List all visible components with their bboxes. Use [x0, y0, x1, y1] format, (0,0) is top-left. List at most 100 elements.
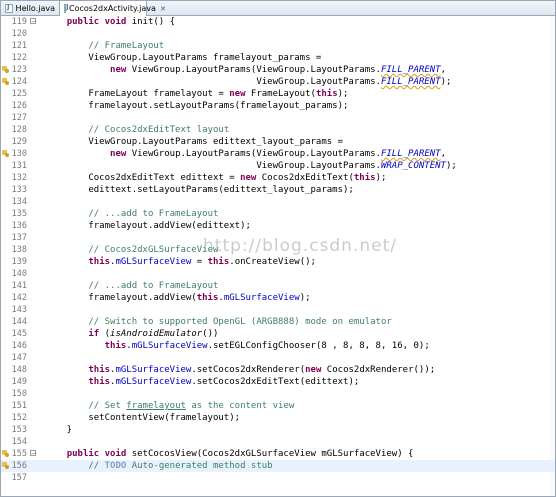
code-line[interactable]: 153 } — [1, 424, 555, 436]
line-number: 129 — [11, 137, 27, 147]
line-number: 146 — [11, 341, 27, 351]
code-line[interactable]: 125 FrameLayout framelayout = new FrameL… — [1, 88, 555, 100]
line-number: 130 — [11, 149, 27, 159]
code-text: ViewGroup.LayoutParams.FILL_PARENT); — [45, 77, 452, 87]
warning-marker-icon[interactable] — [2, 78, 10, 86]
line-number: 136 — [11, 221, 27, 231]
code-text: new ViewGroup.LayoutParams(ViewGroup.Lay… — [110, 65, 446, 75]
code-line[interactable]: 131 ViewGroup.LayoutParams.WRAP_CONTENT)… — [1, 160, 555, 172]
code-line[interactable]: 147 — [1, 352, 555, 364]
fold-collapse-icon[interactable]: − — [30, 18, 36, 25]
code-line[interactable]: 146 this.mGLSurfaceView.setEGLConfigChoo… — [1, 340, 555, 352]
warning-marker-icon[interactable] — [2, 66, 10, 74]
code-text: this.mGLSurfaceView.setEGLConfigChooser(… — [104, 341, 430, 351]
tab-cocos2dxactivity-java[interactable]: Cocos2dxActivity.java ✕ — [59, 1, 166, 16]
line-number: 133 — [11, 185, 27, 195]
code-line[interactable]: 154 — [1, 436, 555, 448]
line-number: 150 — [11, 389, 27, 399]
code-text: this.mGLSurfaceView.setCocos2dxEditText(… — [88, 377, 360, 387]
line-number: 124 — [11, 77, 27, 87]
code-line[interactable]: 139 this.mGLSurfaceView = this.onCreateV… — [1, 256, 555, 268]
code-line[interactable]: 149 this.mGLSurfaceView.setCocos2dxEditT… — [1, 376, 555, 388]
code-line[interactable]: 119− public void init() { — [1, 16, 555, 28]
code-line[interactable]: 157 — [1, 472, 555, 484]
editor-tab-bar: Hello.java Cocos2dxActivity.java ✕ — [1, 1, 555, 16]
task-marker-icon[interactable] — [2, 450, 10, 458]
code-line[interactable]: 130 new ViewGroup.LayoutParams(ViewGroup… — [1, 148, 555, 160]
code-text: new ViewGroup.LayoutParams(ViewGroup.Lay… — [110, 149, 446, 159]
code-text: FrameLayout framelayout = new FrameLayou… — [45, 89, 349, 99]
warning-marker-icon[interactable] — [2, 150, 10, 158]
code-editor[interactable]: 119− public void init() {120 121 // Frame… — [1, 16, 555, 496]
code-text: // FrameLayout — [88, 41, 165, 51]
code-line[interactable]: 155− public void setCocosView(Cocos2dxGL… — [1, 448, 555, 460]
line-number: 119 — [11, 17, 27, 27]
line-number: 144 — [11, 317, 27, 327]
line-number: 142 — [11, 293, 27, 303]
code-text: } — [45, 425, 73, 435]
code-line[interactable]: 156 // TODO Auto-generated method stub — [1, 460, 555, 472]
code-text: framelayout.addView(edittext); — [45, 221, 251, 231]
line-number: 132 — [11, 173, 27, 183]
code-line[interactable]: 143 — [1, 304, 555, 316]
line-number: 122 — [11, 53, 27, 63]
code-line[interactable]: 140 — [1, 268, 555, 280]
fold-collapse-icon[interactable]: − — [30, 450, 36, 457]
code-text: setContentView(framelayout); — [45, 413, 241, 423]
code-line[interactable]: 152 setContentView(framelayout); — [1, 412, 555, 424]
tab-hello-java[interactable]: Hello.java — [1, 1, 59, 15]
line-number: 151 — [11, 401, 27, 411]
line-number: 148 — [11, 365, 27, 375]
code-line[interactable]: 150 — [1, 388, 555, 400]
line-number: 135 — [11, 209, 27, 219]
task-marker-icon[interactable] — [2, 462, 10, 470]
line-number: 155 — [11, 449, 27, 459]
code-line[interactable]: 123 new ViewGroup.LayoutParams(ViewGroup… — [1, 64, 555, 76]
close-tab-icon[interactable]: ✕ — [160, 5, 166, 13]
line-number: 121 — [11, 41, 27, 51]
line-number: 131 — [11, 161, 27, 171]
code-text: public void setCocosView(Cocos2dxGLSurfa… — [66, 449, 414, 459]
line-number: 143 — [11, 305, 27, 315]
code-line[interactable]: 144 // Switch to supported OpenGL (ARGB8… — [1, 316, 555, 328]
code-line[interactable]: 129 ViewGroup.LayoutParams edittext_layo… — [1, 136, 555, 148]
code-text: // ...add to FrameLayout — [88, 209, 219, 219]
code-text: // TODO Auto-generated method stub — [88, 461, 273, 471]
code-text: ViewGroup.LayoutParams edittext_layout_p… — [45, 137, 344, 147]
line-number: 147 — [11, 353, 27, 363]
tab-label: Hello.java — [15, 3, 55, 13]
code-line[interactable]: 124 ViewGroup.LayoutParams.FILL_PARENT); — [1, 76, 555, 88]
code-line[interactable]: 126 framelayout.setLayoutParams(framelay… — [1, 100, 555, 112]
code-text: // Switch to supported OpenGL (ARGB888) … — [88, 317, 392, 327]
code-line[interactable]: 128 // Cocos2dxEditText layout — [1, 124, 555, 136]
code-line[interactable]: 141 // ...add to FrameLayout — [1, 280, 555, 292]
code-line[interactable]: 136 framelayout.addView(edittext); — [1, 220, 555, 232]
tab-label: Cocos2dxActivity.java — [69, 4, 156, 13]
java-file-icon — [5, 3, 13, 13]
code-line[interactable]: 145 if (isAndroidEmulator()) — [1, 328, 555, 340]
code-line[interactable]: 138 // Cocos2dxGLSurfaceView — [1, 244, 555, 256]
code-text: framelayout.addView(this.mGLSurfaceView)… — [45, 293, 311, 303]
code-line[interactable]: 122 ViewGroup.LayoutParams framelayout_p… — [1, 52, 555, 64]
code-line[interactable]: 132 Cocos2dxEditText edittext = new Coco… — [1, 172, 555, 184]
code-text: this.mGLSurfaceView = this.onCreateView(… — [88, 257, 316, 267]
code-line[interactable]: 135 // ...add to FrameLayout — [1, 208, 555, 220]
line-number: 153 — [11, 425, 27, 435]
line-number: 156 — [11, 461, 27, 471]
code-line[interactable]: 133 edittext.setLayoutParams(edittext_la… — [1, 184, 555, 196]
line-number: 126 — [11, 101, 27, 111]
code-text: ViewGroup.LayoutParams.WRAP_CONTENT); — [45, 161, 457, 171]
code-line[interactable]: 127 — [1, 112, 555, 124]
code-line[interactable]: 134 — [1, 196, 555, 208]
code-line[interactable]: 151 // Set framelayout as the content vi… — [1, 400, 555, 412]
line-number: 138 — [11, 245, 27, 255]
code-line[interactable]: 121 // FrameLayout — [1, 40, 555, 52]
code-line[interactable]: 120 — [1, 28, 555, 40]
line-number: 157 — [11, 473, 27, 483]
line-number: 154 — [11, 437, 27, 447]
code-line[interactable]: 142 framelayout.addView(this.mGLSurfaceV… — [1, 292, 555, 304]
code-line[interactable]: 137 — [1, 232, 555, 244]
line-number: 127 — [11, 113, 27, 123]
line-number: 137 — [11, 233, 27, 243]
code-line[interactable]: 148 this.mGLSurfaceView.setCocos2dxRende… — [1, 364, 555, 376]
